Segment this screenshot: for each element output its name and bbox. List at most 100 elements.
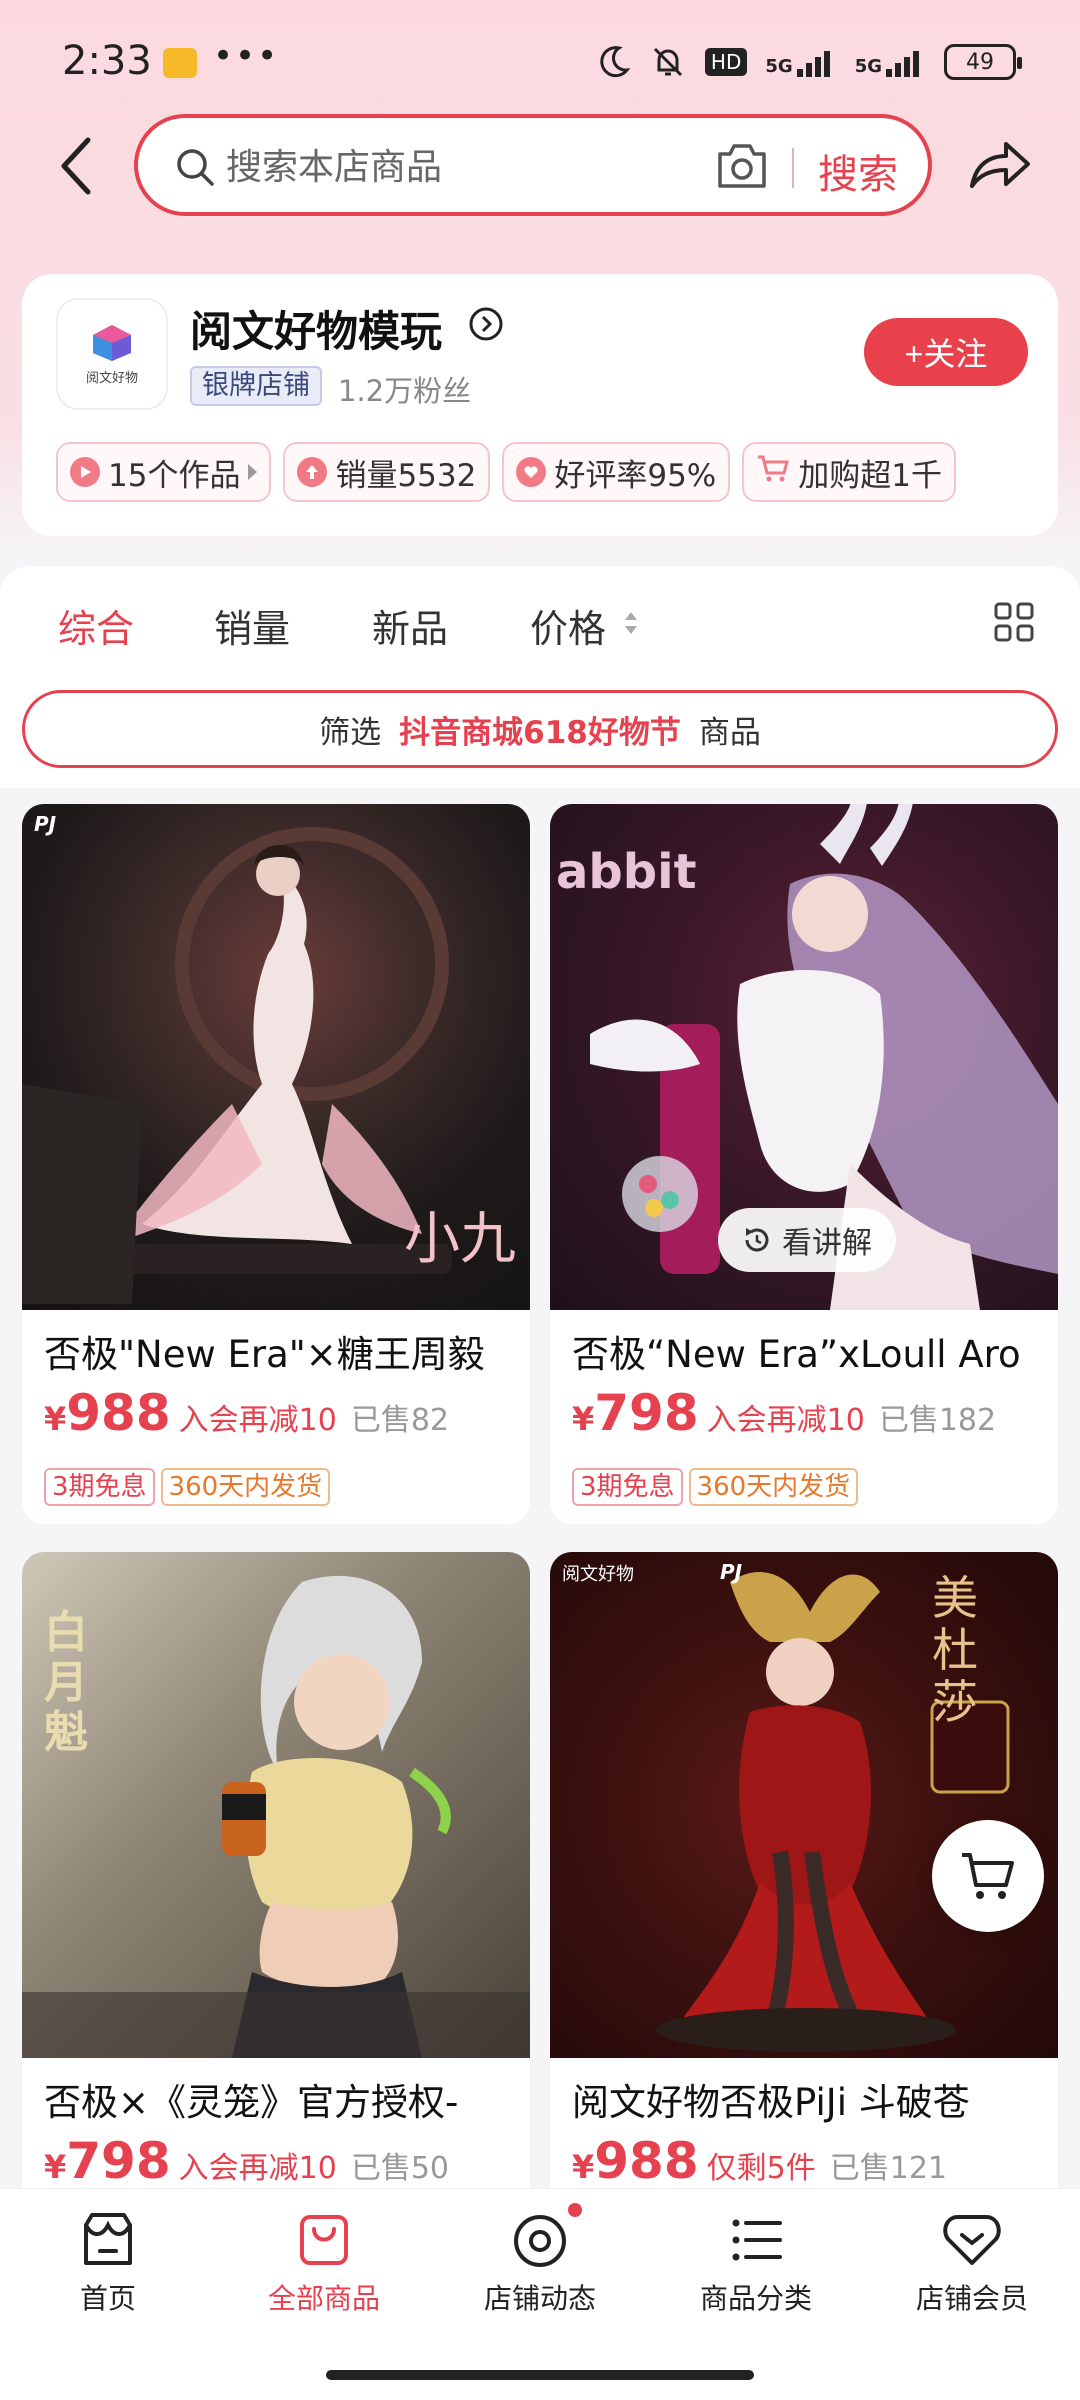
image-caption: 小九	[404, 1207, 516, 1272]
chevron-left-icon	[61, 137, 91, 195]
sort-arrows-icon	[625, 612, 637, 634]
sold-count: 已售182	[878, 1403, 997, 1438]
shop-info-card: 阅文好物 阅文好物模玩 银牌店铺 1.2万粉丝 +关注 15个作品 销量5532…	[22, 274, 1058, 536]
watch-explanation-button[interactable]: 看讲解	[718, 1208, 896, 1272]
grid-view-icon[interactable]	[994, 602, 1034, 642]
search-input[interactable]	[226, 142, 686, 192]
filter-highlight: 抖音商城618好物节	[399, 714, 681, 751]
shop-logo[interactable]: 阅文好物	[56, 298, 168, 410]
search-button[interactable]: 搜索	[804, 138, 912, 204]
image-caption: abbit	[556, 844, 697, 900]
watch-explanation-label: 看讲解	[782, 1226, 872, 1261]
tag-shipping: 360天内发货	[160, 1468, 331, 1506]
list-icon	[732, 2219, 782, 2261]
chevron-right-circle-icon[interactable]	[468, 306, 504, 342]
price-row: ¥ 988 入会再减10 已售82	[44, 1384, 449, 1442]
signal-5g-icon-2: 5G	[855, 47, 926, 77]
sort-tab-comprehensive[interactable]: 综合	[58, 598, 134, 653]
stat-works-label: 15个作品	[108, 457, 241, 494]
battery-level: 49	[966, 49, 994, 75]
stat-cart: 加购超1千	[742, 442, 956, 502]
product-card[interactable]: abbit 看讲解 否极“New Era”xLoull Aro ¥ 798 入会…	[550, 804, 1058, 1524]
product-image[interactable]: PJ 小九	[22, 804, 530, 1310]
moon-icon	[600, 46, 631, 78]
nav-membership-label: 店铺会员	[915, 2282, 1028, 2315]
status-bar: 2:33 ••• HD 5G 5G 49	[0, 0, 1080, 120]
image-brand: PJ	[34, 812, 57, 836]
stat-sales: 销量5532	[283, 442, 491, 502]
figure-illustration	[22, 1575, 530, 2058]
floating-cart-button[interactable]	[932, 1820, 1044, 1932]
product-card[interactable]: 白月魁 否极×《灵笼》官方授权- ¥ 798 入会再减10 已售50	[22, 1552, 530, 2252]
sold-count: 已售121	[829, 2151, 947, 2186]
nav-all-products-label: 全部商品	[267, 2282, 380, 2315]
price-row: ¥ 798 入会再减10 已售182	[572, 1384, 996, 1442]
price-value: 798	[594, 1384, 699, 1442]
stat-cart-label: 加购超1千	[798, 457, 942, 494]
price-value: 988	[66, 1384, 171, 1442]
shop-logo-icon	[93, 324, 131, 361]
play-icon	[70, 457, 100, 487]
tag-installment: 3期免息	[44, 1468, 155, 1506]
price-row: ¥ 798 入会再减10 已售50	[44, 2132, 449, 2190]
nav-store-feed-label: 店铺动态	[483, 2282, 596, 2315]
stat-works[interactable]: 15个作品	[56, 442, 272, 502]
tag-installment: 3期免息	[572, 1468, 683, 1506]
sort-tab-new[interactable]: 新品	[372, 598, 448, 653]
search-bar[interactable]: 搜索	[134, 114, 932, 216]
nav-all-products[interactable]: 全部商品	[224, 2211, 424, 2317]
up-arrow-icon	[297, 457, 328, 487]
stat-rating: 好评率95%	[502, 442, 731, 502]
tag-shipping: 360天内发货	[688, 1468, 859, 1506]
price-currency: ¥	[572, 2148, 595, 2186]
sort-bar: 综合 销量 新品 价格	[0, 566, 1080, 682]
mute-bell-icon	[653, 47, 682, 77]
signal-5g-icon: 5G	[765, 47, 836, 77]
share-button[interactable]	[968, 136, 1032, 196]
cart-icon	[756, 453, 790, 491]
nav-categories[interactable]: 商品分类	[656, 2211, 856, 2317]
follow-button[interactable]: +关注	[864, 318, 1028, 386]
shopping-bag-icon	[300, 2215, 348, 2265]
product-image[interactable]: abbit 看讲解	[550, 804, 1058, 1310]
product-title[interactable]: 否极×《灵笼》官方授权-	[44, 2072, 520, 2126]
price-currency: ¥	[44, 2148, 67, 2186]
sold-count: 已售50	[350, 2151, 450, 2186]
product-title[interactable]: 阅文好物否极PiJi 斗破苍	[572, 2072, 1048, 2126]
product-image[interactable]: 阅文好物 PJ 美杜莎	[550, 1552, 1058, 2058]
filter-banner[interactable]: 筛选 抖音商城618好物节 商品	[22, 690, 1058, 768]
image-caption: 白月魁	[44, 1607, 88, 1758]
image-caption: 美杜莎	[932, 1571, 978, 1729]
product-image[interactable]: 白月魁	[22, 1552, 530, 2058]
price-value: 988	[594, 2132, 699, 2190]
price-row: ¥ 988 仅剩5件 已售121	[572, 2132, 947, 2190]
promo-text: 入会再减10	[706, 1403, 865, 1438]
sort-tab-price[interactable]: 价格	[530, 598, 606, 653]
filter-prefix: 筛选	[319, 714, 382, 751]
product-list-panel: 综合 销量 新品 价格 筛选 抖音商城618好物节 商品 PJ 小九 否极"Ne…	[0, 566, 1080, 2400]
filter-suffix: 商品	[698, 714, 761, 751]
nav-home[interactable]: 首页	[8, 2211, 208, 2317]
stat-sales-label: 销量5532	[335, 457, 477, 494]
chevron-right-icon	[248, 464, 258, 480]
product-title[interactable]: 否极“New Era”xLoull Aro	[572, 1324, 1048, 1378]
replay-icon	[745, 1228, 769, 1252]
home-indicator[interactable]	[326, 2370, 754, 2380]
shop-logo-text: 阅文好物	[85, 370, 138, 386]
nav-store-feed[interactable]: 店铺动态	[440, 2211, 640, 2317]
image-brand-logo: 阅文好物	[562, 1564, 634, 1585]
product-title[interactable]: 否极"New Era"×糖王周毅	[44, 1324, 520, 1378]
sort-tab-sales[interactable]: 销量	[214, 598, 290, 653]
shop-name[interactable]: 阅文好物模玩	[190, 298, 442, 359]
promo-text: 入会再减10	[178, 1403, 337, 1438]
product-card[interactable]: PJ 小九 否极"New Era"×糖王周毅 ¥ 988 入会再减10 已售82…	[22, 804, 530, 1524]
price-currency: ¥	[572, 1400, 595, 1438]
back-button[interactable]	[48, 132, 104, 200]
sold-count: 已售82	[350, 1403, 450, 1438]
status-time: 2:33	[62, 38, 152, 84]
camera-icon[interactable]	[714, 140, 770, 192]
image-brand: PJ	[720, 1560, 743, 1584]
search-divider	[792, 148, 794, 188]
nav-membership[interactable]: 店铺会员	[872, 2211, 1072, 2317]
member-heart-icon	[943, 2215, 1001, 2265]
